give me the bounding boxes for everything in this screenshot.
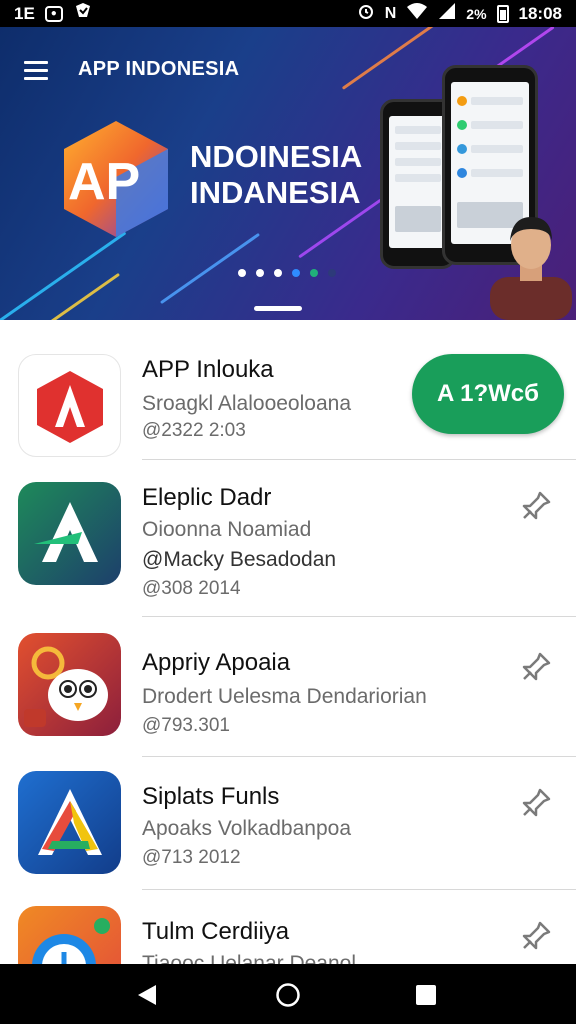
menu-icon[interactable] [24, 61, 48, 80]
pin-icon[interactable] [520, 490, 552, 522]
person-illustration [490, 217, 572, 320]
bird-app-icon[interactable] [18, 633, 121, 736]
app-name: Appriy Apoaia [142, 649, 291, 676]
carousel-dot[interactable] [256, 269, 264, 277]
hero-headline: NDOINESIA INDANESIA [190, 139, 362, 211]
app-name: Tulm Cerdiiya [142, 918, 290, 945]
app-title: APP INDONESIA [78, 58, 240, 80]
list-item[interactable]: Appriy Apoaia Drodert Uelesma Dendariori… [0, 617, 576, 757]
app-meta: @2322 2:03 [142, 420, 246, 441]
clock-time: 18:08 [518, 3, 562, 23]
carousel-dot[interactable] [328, 269, 336, 277]
clock-app-icon[interactable] [18, 906, 121, 964]
camera-icon: ● [44, 5, 63, 22]
app-subtitle-2: @Macky Besadodan [142, 548, 337, 571]
hero-line-2: INDANESIA [190, 175, 361, 210]
list-item[interactable]: Tulm Cerdiiya Tiaooc Uelanar Deanol [0, 890, 576, 964]
nfc-icon: N [384, 4, 397, 22]
app-subtitle: Sroagkl Alalooeoloana [142, 392, 351, 415]
navigation-bar [0, 964, 576, 1024]
signal-icon [438, 2, 456, 25]
pin-icon[interactable] [520, 787, 552, 819]
recents-icon[interactable] [413, 982, 439, 1008]
install-button[interactable]: A 1?Wcб [412, 354, 564, 434]
wifi-icon [406, 2, 428, 25]
battery-icon [496, 4, 509, 23]
app-name: Eleplic Dadr [142, 484, 272, 511]
hero-line-1: NDOINESIA [190, 139, 363, 174]
signal-text: 2% [466, 5, 487, 22]
svg-text:AP: AP [68, 153, 140, 211]
app-name: Siplats Funls [142, 783, 280, 810]
green-a-app-icon[interactable] [18, 482, 121, 585]
carousel-dot-active[interactable] [292, 269, 300, 277]
app-subtitle: Tiaooc Uelanar Deanol [142, 952, 357, 964]
app-subtitle: Oioonna Noamiad [142, 518, 312, 541]
app-list: APP Inlouka Sroagkl Alalooeoloana @2322 … [0, 320, 576, 964]
app-subtitle: Drodert Uelesma Dendariorian [142, 685, 427, 708]
app-indonesia-logo: AP [64, 121, 168, 237]
shield-icon [73, 2, 93, 25]
red-a-app-icon[interactable] [18, 354, 121, 457]
pin-icon[interactable] [520, 651, 552, 683]
hero-banner[interactable]: APP INDONESIA AP NDOINESIA INDANESIA [0, 27, 576, 320]
list-item[interactable]: Eleplic Dadr Oioonna Noamiad @Macky Besa… [0, 460, 576, 617]
list-item[interactable]: Siplats Funls Apoaks Volkadbanpoa @713 2… [0, 757, 576, 890]
status-bar: 1E ● N 2% 18:08 [0, 0, 576, 27]
app-name: APP Inlouka [142, 356, 274, 383]
app-meta: @793.301 [142, 715, 230, 736]
pin-icon[interactable] [520, 920, 552, 952]
sim-icon: 1E [14, 3, 35, 23]
carousel-dot[interactable] [274, 269, 282, 277]
carousel-indicator[interactable] [238, 269, 336, 277]
carousel-dot[interactable] [310, 269, 318, 277]
app-meta: @713 2012 [142, 847, 241, 868]
home-icon[interactable] [275, 982, 301, 1008]
drag-handle[interactable] [254, 306, 302, 311]
list-item[interactable]: APP Inlouka Sroagkl Alalooeoloana @2322 … [0, 320, 576, 460]
app-meta: @308 2014 [142, 578, 241, 599]
carousel-dot[interactable] [238, 269, 246, 277]
back-icon[interactable] [134, 982, 160, 1008]
alarm-icon [357, 2, 375, 25]
app-subtitle: Apoaks Volkadbanpoa [142, 817, 352, 840]
rainbow-a-app-icon[interactable] [18, 771, 121, 874]
